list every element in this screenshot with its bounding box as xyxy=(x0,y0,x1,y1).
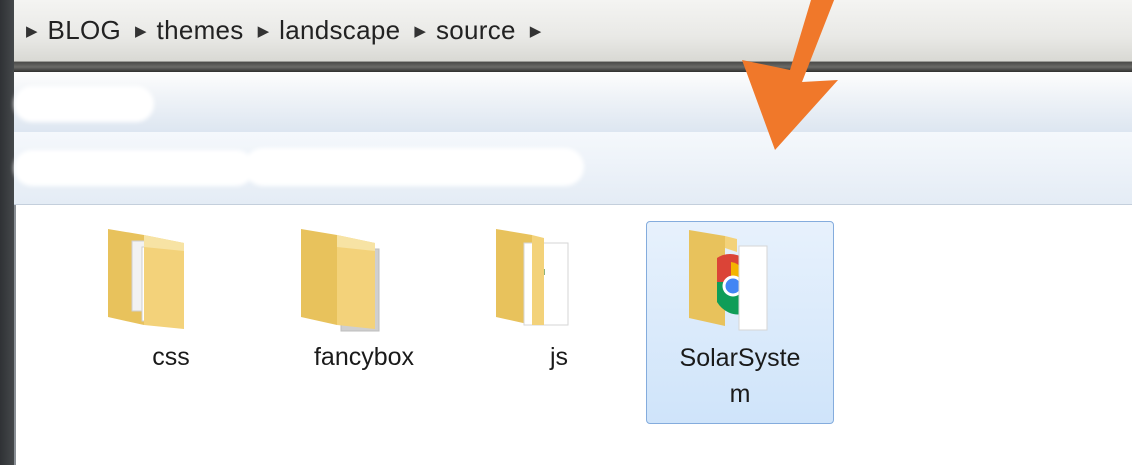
toolbar xyxy=(14,72,1132,133)
folder-icon xyxy=(108,229,184,329)
folder-item-solarsystem[interactable]: SolarSyste m xyxy=(646,221,834,424)
arrow-annotation-icon xyxy=(742,0,838,150)
breadcrumb-blog[interactable]: BLOG xyxy=(48,15,121,46)
breadcrumb-separator-icon[interactable]: ▶ xyxy=(258,22,270,40)
folder-icon xyxy=(301,229,380,332)
file-label: css xyxy=(152,343,190,371)
column-header xyxy=(14,132,1132,205)
folder-item-fancybox[interactable]: fancybox xyxy=(279,221,449,421)
breadcrumb-separator-icon[interactable]: ▶ xyxy=(414,22,426,40)
file-label: fancybox xyxy=(313,343,415,371)
address-bar[interactable]: ▶ BLOG ▶ themes ▶ landscape ▶ source ▶ xyxy=(14,0,1132,62)
file-label-line: SolarSyste xyxy=(679,344,801,372)
breadcrumb-landscape[interactable]: landscape xyxy=(279,15,400,46)
folder-chrome-icon xyxy=(689,230,768,331)
breadcrumb-separator-icon[interactable]: ▶ xyxy=(135,22,147,40)
folder-icon xyxy=(496,229,569,326)
redacted-header-item xyxy=(244,148,584,186)
redacted-toolbar-item xyxy=(14,86,154,122)
file-label-line: m xyxy=(729,380,751,408)
folder-item-css[interactable]: css xyxy=(86,221,256,421)
pane-left-border xyxy=(14,205,16,465)
file-label: js xyxy=(549,343,569,371)
window-left-edge xyxy=(0,0,14,465)
redacted-header-item xyxy=(14,150,254,186)
breadcrumb-separator-icon[interactable]: ▶ xyxy=(26,22,38,40)
file-pane: css fancybox js SolarSyste m xyxy=(14,205,1132,465)
file-label: SolarSyste m xyxy=(647,340,833,412)
breadcrumb-themes[interactable]: themes xyxy=(157,15,244,46)
breadcrumb-separator-icon[interactable]: ▶ xyxy=(530,22,542,40)
folder-item-js[interactable]: js xyxy=(474,221,644,421)
title-divider xyxy=(14,62,1132,72)
breadcrumb-source[interactable]: source xyxy=(436,15,516,46)
